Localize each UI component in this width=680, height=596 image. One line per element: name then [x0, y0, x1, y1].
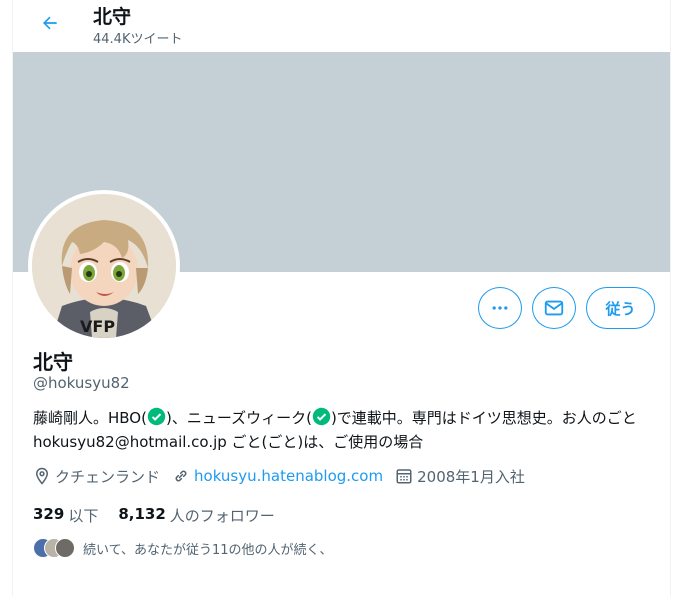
followed-by-text: 続いて、あなたが従う11の他の人が続く、 — [83, 542, 333, 558]
followers-count: 8,132 — [118, 505, 166, 523]
calendar-icon — [396, 469, 412, 484]
header-title: 北守 — [93, 6, 132, 28]
bio-text-1: 藤崎剛人。HBO( — [33, 409, 147, 427]
bio-text-2: )、ニューズウィーク( — [165, 409, 312, 427]
followed-by-link[interactable]: 続いて、あなたが従う11の他の人が続く、 — [33, 538, 333, 558]
followers-label: 人のフォロワー — [169, 507, 275, 525]
followed-by-avatars — [33, 538, 75, 558]
website: hokusyu.hatenablog.com — [172, 467, 383, 485]
more-icon — [492, 306, 508, 310]
location-icon — [35, 467, 49, 485]
back-button[interactable] — [33, 6, 67, 40]
verified-icon — [312, 407, 331, 426]
avatar — [55, 538, 75, 558]
following-link[interactable]: 329 以下 — [33, 505, 98, 526]
location-text: クチェンランド — [55, 467, 161, 486]
more-options-button[interactable] — [478, 287, 522, 329]
profile-name: 北守 — [33, 350, 73, 374]
verified-icon — [147, 407, 166, 426]
profile-bio: 藤崎剛人。HBO()、ニューズウィーク()で連載中。専門はドイツ思想史。お人のご… — [33, 406, 663, 454]
avatar[interactable]: VFP — [28, 190, 180, 342]
avatar-image: VFP — [32, 194, 176, 338]
followers-link[interactable]: 8,132 人のフォロワー — [118, 505, 274, 526]
following-label: 以下 — [68, 507, 99, 525]
tweet-count: 44.4Kツイート — [93, 32, 183, 47]
svg-text:VFP: VFP — [80, 317, 115, 336]
profile-header: 北守 44.4Kツイート — [13, 0, 670, 52]
profile-page: 北守 44.4Kツイート VFP 従う 北守 @hokusyu82 藤崎剛人。H… — [12, 0, 671, 596]
profile-handle: @hokusyu82 — [33, 374, 130, 392]
back-arrow-icon — [43, 16, 57, 30]
following-count: 329 — [33, 505, 65, 523]
location: クチェンランド — [33, 466, 160, 487]
join-date: 2008年1月入社 — [395, 466, 525, 487]
join-date-text: 2008年1月入社 — [417, 467, 525, 486]
link-icon — [175, 470, 187, 482]
mail-icon — [544, 300, 564, 316]
message-button[interactable] — [532, 287, 576, 329]
website-link[interactable]: hokusyu.hatenablog.com — [194, 467, 383, 485]
follow-button[interactable]: 従う — [586, 287, 655, 329]
profile-stats: 329 以下 8,132 人のフォロワー — [33, 505, 295, 526]
profile-meta: クチェンランド hokusyu.hatenablog.com 2008年1月入社 — [33, 464, 537, 488]
